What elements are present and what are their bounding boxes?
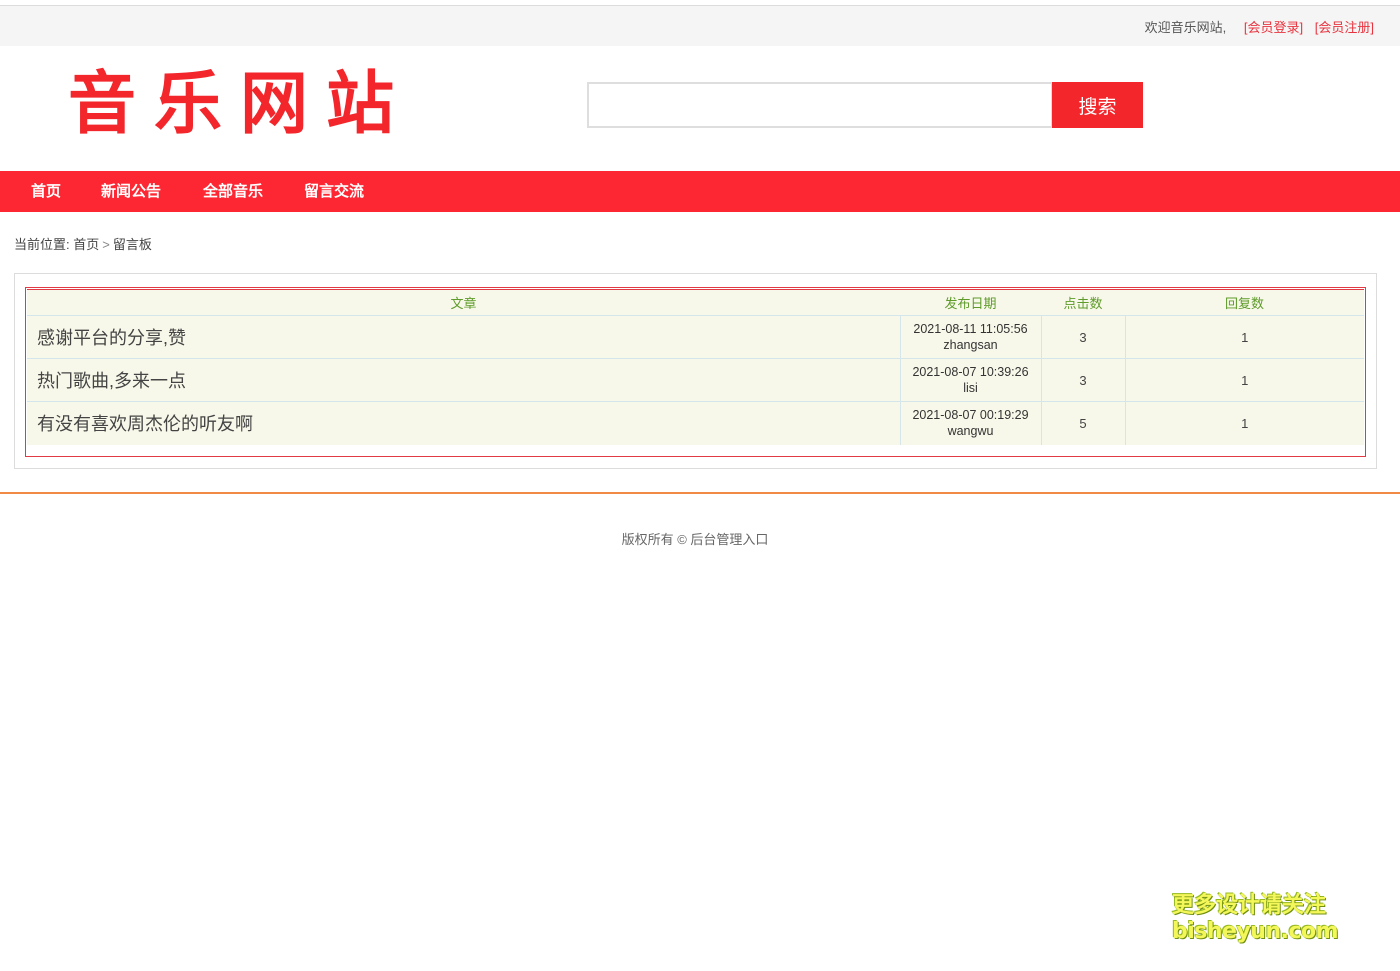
message-date: 2021-08-11 11:05:56 xyxy=(913,322,1028,336)
message-replies: 1 xyxy=(1124,401,1364,445)
search-input[interactable] xyxy=(587,82,1053,128)
message-date-cell: 2021-08-11 11:05:56 zhangsan xyxy=(899,315,1041,359)
member-links: 欢迎音乐网站, [会员登录] [会员注册] xyxy=(1145,17,1374,36)
member-login-link[interactable]: [会员登录] xyxy=(1244,20,1303,35)
watermark-line1: 更多设计请关注 xyxy=(1172,893,1327,918)
column-header-title: 文章 xyxy=(27,289,900,316)
message-date-cell: 2021-08-07 10:39:26 lisi xyxy=(899,358,1041,402)
message-title-link[interactable]: 感谢平台的分享,赞 xyxy=(27,315,900,359)
site-header: 音乐网站 搜索 xyxy=(0,46,1400,171)
welcome-text: 欢迎音乐网站, xyxy=(1144,20,1227,35)
site-footer: 版权所有 © 后台管理入口 xyxy=(0,529,1400,548)
message-author: wangwu xyxy=(947,424,994,439)
top-bar: 欢迎音乐网站, [会员登录] [会员注册] xyxy=(0,6,1400,46)
message-date: 2021-08-07 10:39:26 xyxy=(912,365,1029,379)
message-author: zhangsan xyxy=(943,338,998,352)
nav-item-all-music[interactable]: 全部音乐 xyxy=(203,171,263,212)
message-table-frame: 文章 发布日期 点击数 回复数 感谢平台的分享,赞 2021-08-11 11:… xyxy=(25,287,1366,457)
message-title-link[interactable]: 热门歌曲,多来一点 xyxy=(27,358,900,402)
chevron-right-icon: > xyxy=(102,237,110,252)
table-row[interactable]: 热门歌曲,多来一点 2021-08-07 10:39:26 lisi 3 1 xyxy=(27,358,1364,402)
nav-item-news[interactable]: 新闻公告 xyxy=(101,171,161,212)
message-clicks: 3 xyxy=(1040,315,1125,359)
search-button[interactable]: 搜索 xyxy=(1052,82,1143,128)
breadcrumb-current: 留言板 xyxy=(112,237,152,252)
member-register-link[interactable]: [会员注册] xyxy=(1315,20,1374,35)
table-header-row: 文章 发布日期 点击数 回复数 xyxy=(27,289,1364,316)
admin-entry-link[interactable]: 版权所有 © 后台管理入口 xyxy=(622,532,769,547)
table-row[interactable]: 感谢平台的分享,赞 2021-08-11 11:05:56 zhangsan 3… xyxy=(27,315,1364,359)
message-board-panel: 文章 发布日期 点击数 回复数 感谢平台的分享,赞 2021-08-11 11:… xyxy=(14,273,1377,469)
main-nav: 首页 新闻公告 全部音乐 留言交流 xyxy=(0,171,1400,212)
footer-divider xyxy=(0,492,1400,494)
watermark-logo: 更多设计请关注 bisheyun.com xyxy=(1172,893,1339,945)
column-header-date: 发布日期 xyxy=(900,289,1041,316)
site-logo[interactable]: 音乐网站 xyxy=(68,66,412,144)
table-row[interactable]: 有没有喜欢周杰伦的听友啊 2021-08-07 00:19:29 wangwu … xyxy=(27,401,1364,445)
message-clicks: 5 xyxy=(1040,401,1125,445)
nav-item-messages[interactable]: 留言交流 xyxy=(304,171,364,212)
message-date-cell: 2021-08-07 00:19:29 wangwu xyxy=(899,401,1041,445)
message-clicks: 3 xyxy=(1040,358,1125,402)
nav-item-home[interactable]: 首页 xyxy=(31,171,61,212)
message-replies: 1 xyxy=(1124,358,1364,402)
column-header-replies: 回复数 xyxy=(1125,289,1364,316)
breadcrumb: 当前位置: 首页 > 留言板 xyxy=(14,234,152,253)
message-replies: 1 xyxy=(1124,315,1364,359)
breadcrumb-home-link[interactable]: 首页 xyxy=(73,237,99,252)
message-author: lisi xyxy=(963,381,978,395)
watermark-line2: bisheyun.com xyxy=(1172,919,1339,944)
message-table: 文章 发布日期 点击数 回复数 感谢平台的分享,赞 2021-08-11 11:… xyxy=(27,289,1364,445)
message-title-link[interactable]: 有没有喜欢周杰伦的听友啊 xyxy=(27,401,900,445)
message-date: 2021-08-07 00:19:29 xyxy=(912,408,1029,423)
column-header-clicks: 点击数 xyxy=(1041,289,1125,316)
breadcrumb-prefix: 当前位置: xyxy=(14,237,70,252)
